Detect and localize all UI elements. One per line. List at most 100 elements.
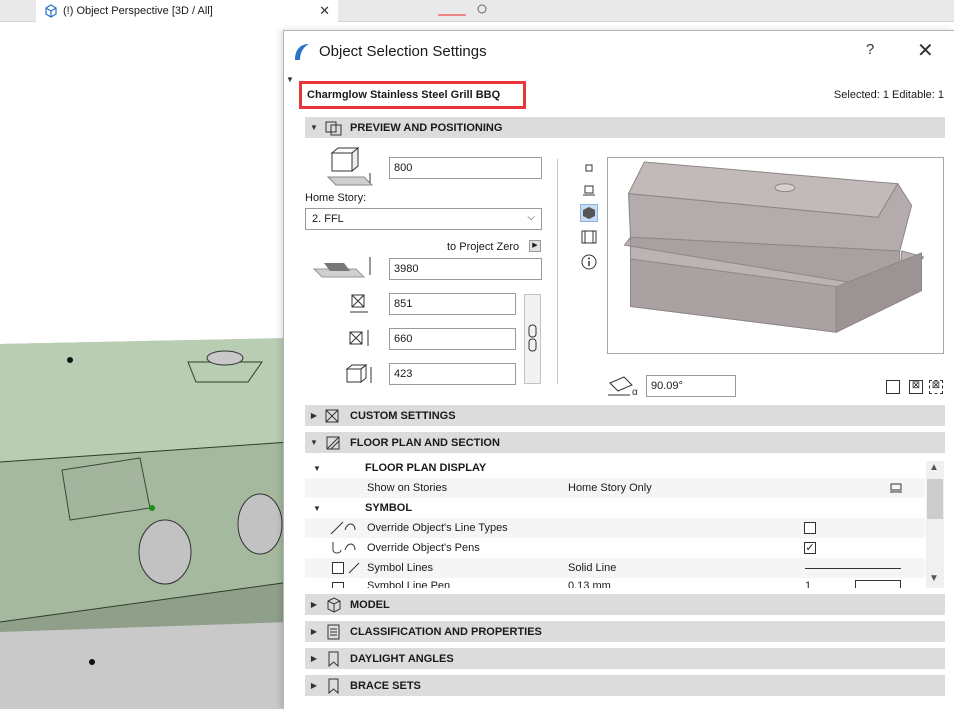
chevron-down-icon: ⌵ xyxy=(527,212,535,223)
bookmark-icon xyxy=(328,651,339,667)
object-preview xyxy=(607,157,944,354)
override-line-types-checkbox[interactable] xyxy=(804,522,816,534)
scroll-down-icon[interactable]: ▼ xyxy=(929,573,939,584)
tree-row-symbol[interactable]: ▼ SYMBOL xyxy=(305,498,925,518)
film-view-icon[interactable] xyxy=(580,228,598,246)
section-floor-plan[interactable]: ▼ FLOOR PLAN AND SECTION xyxy=(305,432,945,453)
floor-plan-scrollbar[interactable]: ▲ ▼ xyxy=(926,461,944,588)
tree-row-symbol-lines[interactable]: Symbol Lines Solid Line xyxy=(305,558,925,578)
rotation-field[interactable]: 90.09° xyxy=(646,375,736,397)
section-daylight-angles[interactable]: ▶ DAYLIGHT ANGLES xyxy=(305,648,945,669)
floor-plan-icon xyxy=(326,436,340,449)
tree-row-override-pens[interactable]: Override Object's Pens ✓ xyxy=(305,538,925,558)
pen-icon xyxy=(332,542,356,554)
mirror-icon[interactable]: ⊠ xyxy=(909,380,923,394)
project-zero-icon xyxy=(312,257,371,278)
home-story-select[interactable]: 2. FFL ⌵ xyxy=(305,208,542,230)
tree-row-floor-plan-display[interactable]: ▼ FLOOR PLAN DISPLAY xyxy=(305,458,925,478)
project-zero-field[interactable]: 3980 xyxy=(389,258,542,280)
dialog-titlebar: Object Selection Settings ? ✕ xyxy=(284,31,954,71)
home-story-label: Home Story: xyxy=(305,192,367,204)
elevation-field[interactable]: 800 xyxy=(389,157,542,179)
mirror-dashed-icon[interactable]: ⊠ xyxy=(929,380,943,394)
expand-arrow-icon: ▶ xyxy=(310,627,318,636)
floor-plan-view-icon[interactable] xyxy=(580,159,598,177)
section-label: CLASSIFICATION AND PROPERTIES xyxy=(350,625,542,638)
depth-field[interactable]: 660 xyxy=(389,328,516,350)
expand-arrow-icon: ▶ xyxy=(310,654,318,663)
symbol-line-pen-label: Symbol Line Pen xyxy=(367,580,451,588)
section-preview-positioning[interactable]: ▼ PREVIEW AND POSITIONING xyxy=(305,117,945,138)
override-pens-label: Override Object's Pens xyxy=(367,542,480,554)
collapse-arrow-icon: ▼ xyxy=(310,438,318,447)
expand-arrow-icon: ▶ xyxy=(310,411,318,420)
preview-positioning-icon xyxy=(325,121,342,135)
bookmark-icon xyxy=(328,678,339,694)
tree-row-symbol-line-pen[interactable]: Symbol Line Pen 0.13 mm 1 xyxy=(305,578,925,588)
pen-color-swatch[interactable] xyxy=(855,580,901,588)
section-label: DAYLIGHT ANGLES xyxy=(350,652,454,665)
app-window: (!) Object Perspective [3D / All] ✕ Obje… xyxy=(0,0,954,709)
chain-link-icon xyxy=(528,324,537,352)
to-project-zero-label: to Project Zero xyxy=(447,241,520,253)
dialog-title: Object Selection Settings xyxy=(319,43,487,60)
preview-checkbox-1[interactable] xyxy=(886,380,900,394)
stories-icon xyxy=(890,483,902,493)
section-label: PREVIEW AND POSITIONING xyxy=(350,121,503,134)
archicad-logo-icon xyxy=(295,44,309,60)
line-type-icon xyxy=(330,521,356,535)
rotation-angle-icon: α xyxy=(608,376,638,397)
symbol-pen-checkbox[interactable] xyxy=(332,582,344,588)
expand-arrow-icon: ▶ xyxy=(310,681,318,690)
info-icon[interactable] xyxy=(580,253,598,271)
proportion-chain-button[interactable] xyxy=(524,294,541,384)
symbol-lines-checkbox[interactable] xyxy=(332,562,344,574)
section-label: FLOOR PLAN AND SECTION xyxy=(350,436,500,449)
tree-row-override-line-types[interactable]: Override Object's Line Types xyxy=(305,518,925,538)
tab-object-perspective[interactable]: (!) Object Perspective [3D / All] ✕ xyxy=(36,0,338,22)
selection-count: Selected: 1 Editable: 1 xyxy=(833,89,944,101)
width-field[interactable]: 851 xyxy=(389,293,516,315)
width-icon xyxy=(350,294,368,313)
pin-icon[interactable]: ▼ xyxy=(286,75,294,84)
section-view-icon[interactable] xyxy=(580,181,598,199)
scroll-up-icon[interactable]: ▲ xyxy=(929,462,939,473)
show-on-stories-value[interactable]: Home Story Only xyxy=(568,482,652,494)
height-field[interactable]: 423 xyxy=(389,363,516,385)
home-story-value: 2. FFL xyxy=(312,213,344,225)
depth-icon xyxy=(349,330,369,346)
3d-view-icon[interactable] xyxy=(580,204,598,222)
elevation-icon xyxy=(326,147,374,186)
height-icon xyxy=(345,363,372,384)
tree-row-show-on-stories[interactable]: Show on Stories Home Story Only xyxy=(305,478,925,498)
section-label: MODEL xyxy=(350,598,390,611)
line-icon xyxy=(348,562,360,574)
tab-close-icon[interactable]: ✕ xyxy=(319,3,330,19)
help-button[interactable]: ? xyxy=(866,41,874,58)
section-label: BRACE SETS xyxy=(350,679,421,692)
object-selection-settings-dialog: Object Selection Settings ? ✕ ▼ Charmglo… xyxy=(283,30,954,709)
floor-plan-display-label: FLOOR PLAN DISPLAY xyxy=(365,462,487,474)
close-button[interactable]: ✕ xyxy=(917,38,934,63)
model-cube-icon xyxy=(327,596,341,613)
override-pens-checkbox[interactable]: ✓ xyxy=(804,542,816,554)
project-zero-toggle-icon[interactable]: ▶ xyxy=(529,240,541,252)
scroll-thumb[interactable] xyxy=(927,479,943,519)
pen-number: 1 xyxy=(805,580,812,588)
collapse-arrow-icon: ▼ xyxy=(310,123,318,132)
symbol-lines-value[interactable]: Solid Line xyxy=(568,562,616,574)
tab-bar: (!) Object Perspective [3D / All] ✕ xyxy=(0,0,954,22)
collapse-arrow-icon: ▼ xyxy=(313,463,321,473)
toolbar-icons xyxy=(438,4,487,16)
section-model[interactable]: ▶ MODEL xyxy=(305,594,945,615)
collapse-arrow-icon: ▼ xyxy=(313,503,321,513)
classification-icon xyxy=(327,624,340,639)
section-label: CUSTOM SETTINGS xyxy=(350,409,456,422)
section-classification[interactable]: ▶ CLASSIFICATION AND PROPERTIES xyxy=(305,621,945,642)
tab-title: (!) Object Perspective [3D / All] xyxy=(63,5,213,17)
section-brace-sets[interactable]: ▶ BRACE SETS xyxy=(305,675,945,696)
symbol-line-pen-value[interactable]: 0.13 mm xyxy=(568,580,611,588)
section-custom-settings[interactable]: ▶ CUSTOM SETTINGS xyxy=(305,405,945,426)
override-line-types-label: Override Object's Line Types xyxy=(367,522,508,534)
svg-text:α: α xyxy=(632,387,638,397)
